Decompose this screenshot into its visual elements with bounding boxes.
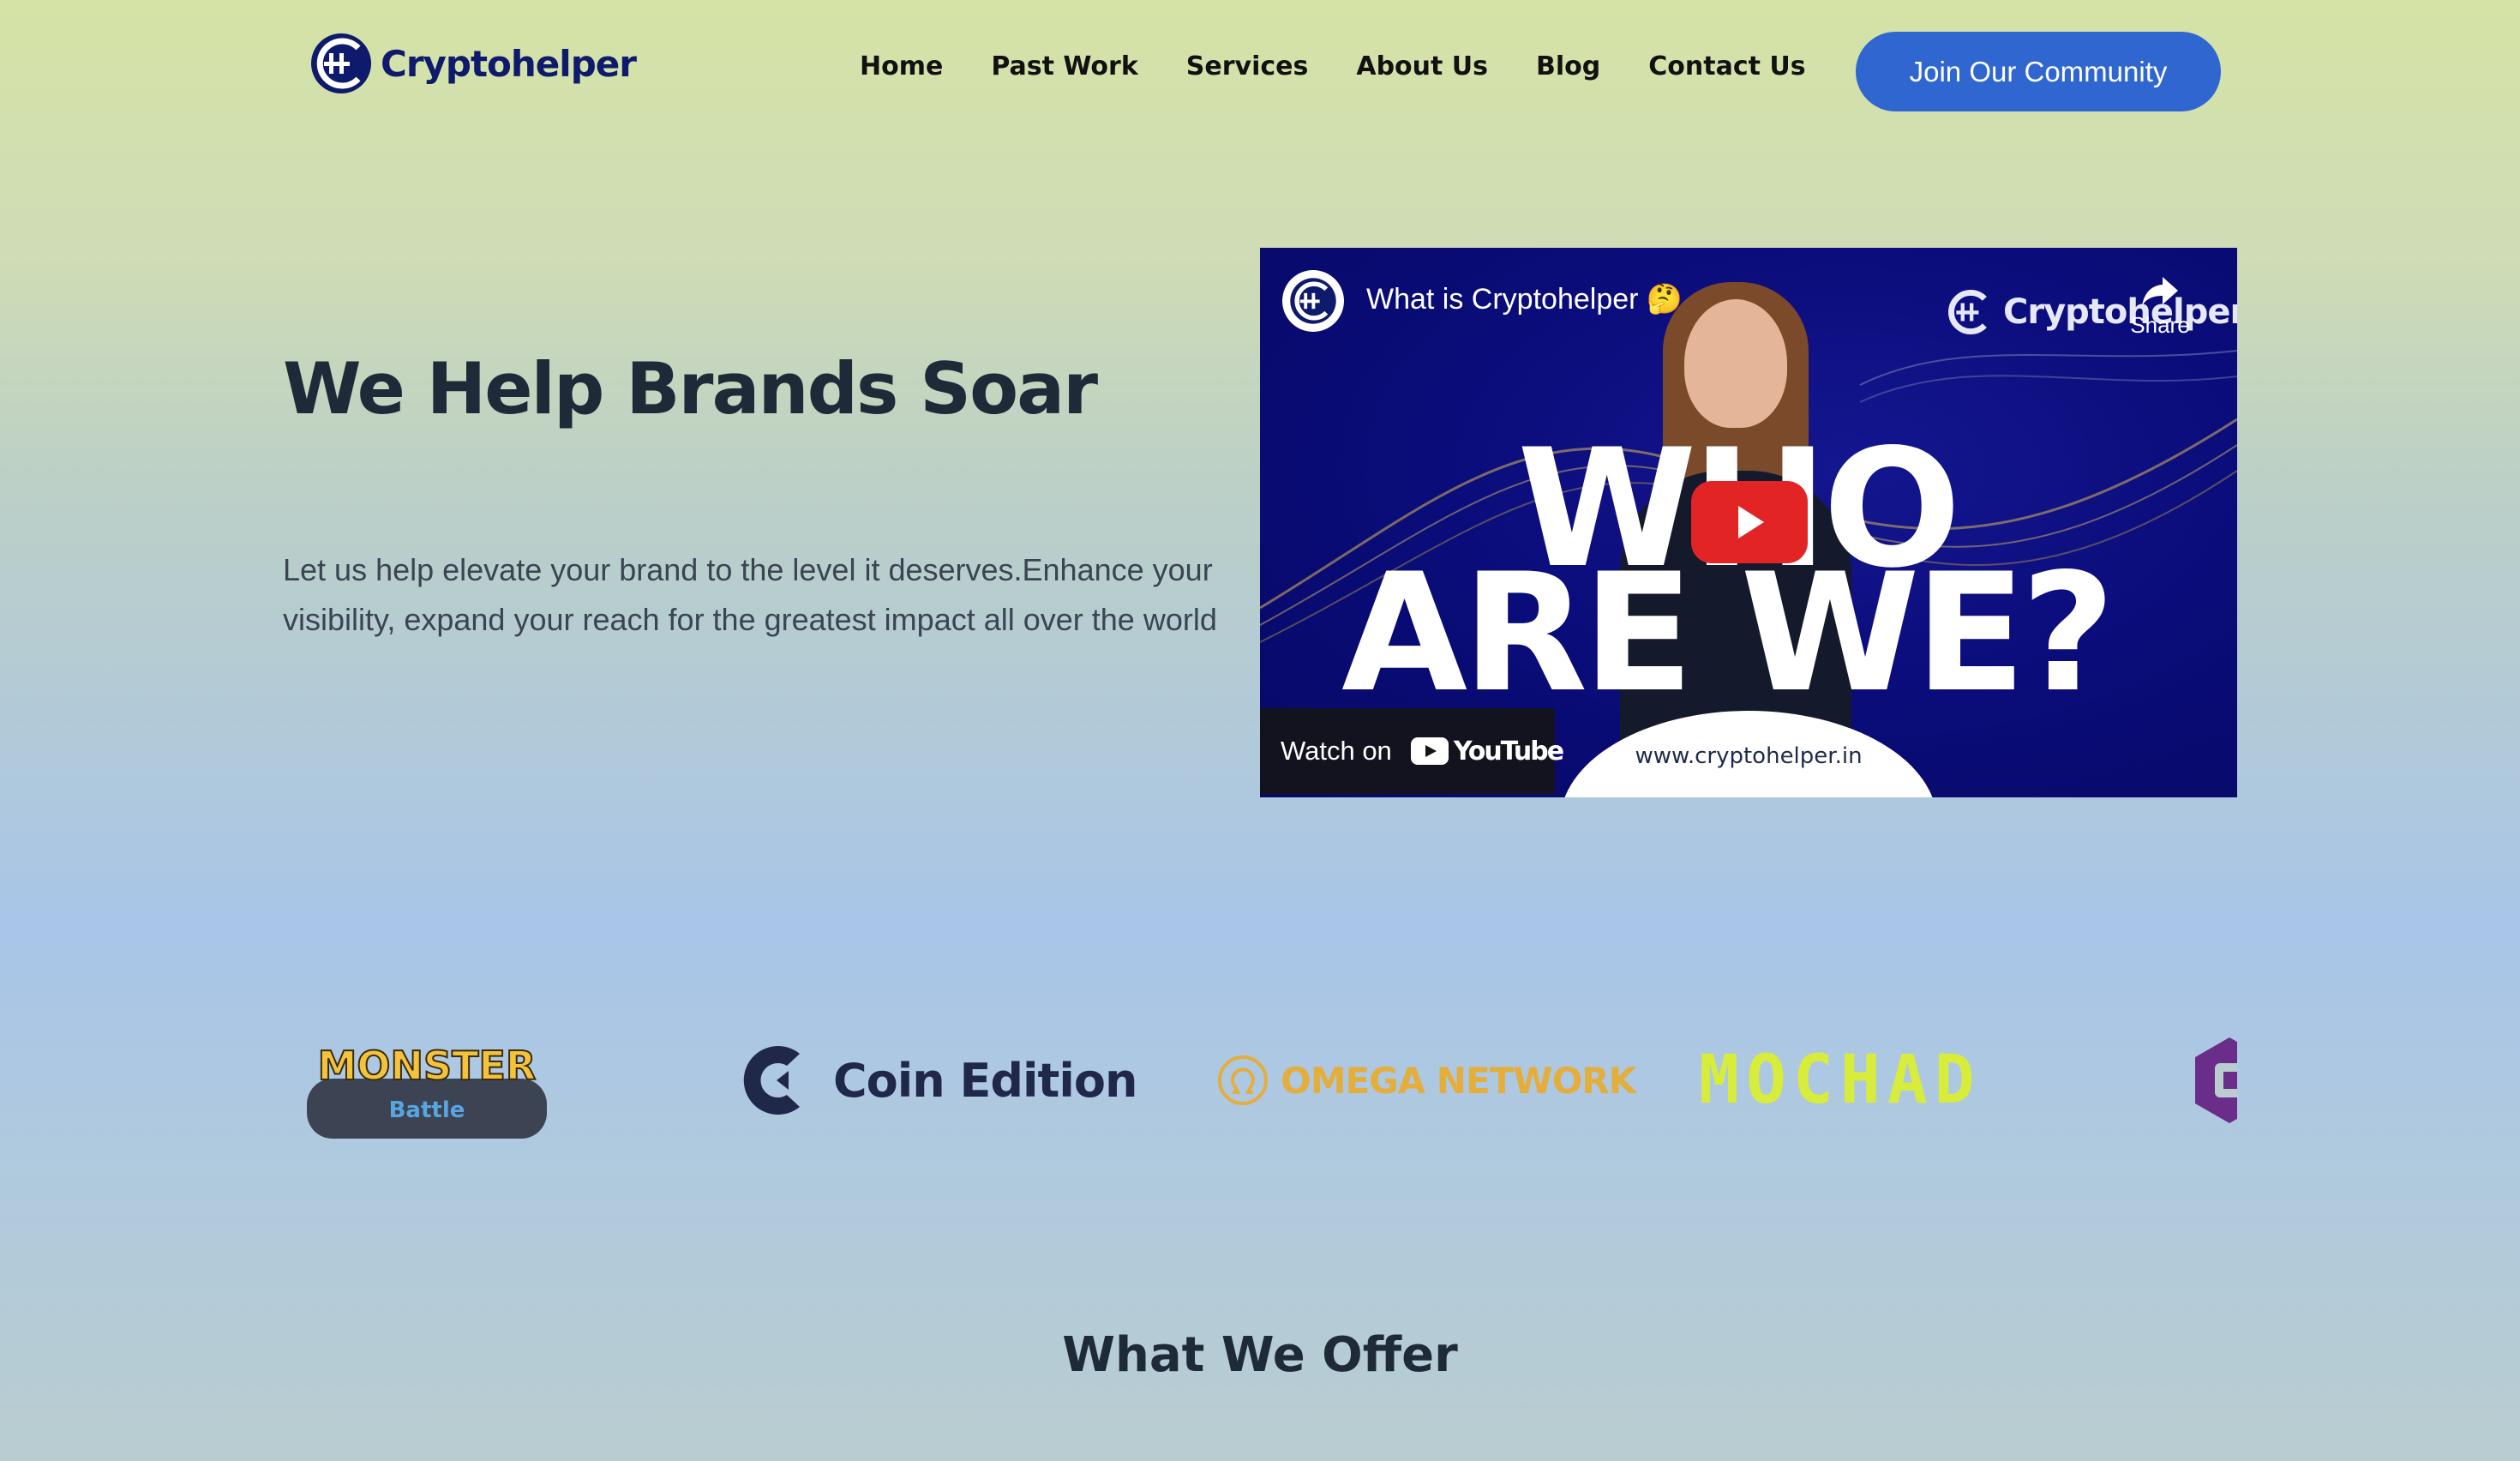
share-label: Share	[2130, 312, 2190, 338]
youtube-icon	[1410, 737, 1449, 765]
cryptohelper-logo-icon	[1290, 278, 1336, 324]
video-title[interactable]: What is Cryptohelper 🤔	[1366, 282, 1683, 316]
youtube-video-embed[interactable]: WHO ARE WE? What is Cryptohelper 🤔 Crypt…	[1260, 248, 2237, 797]
cryptohelper-logo-icon	[311, 33, 371, 93]
video-url: www.cryptohelper.in	[1635, 743, 1863, 769]
partial-logo-icon	[2195, 1037, 2237, 1123]
hero-description: Let us help elevate your brand to the le…	[283, 552, 1217, 637]
share-button[interactable]: Share	[2126, 274, 2194, 339]
omega-icon	[1218, 1055, 1268, 1105]
nav-past-work[interactable]: Past Work	[991, 51, 1137, 81]
coin-edition-icon	[743, 1046, 800, 1115]
partner-logo-partial	[2191, 1003, 2237, 1157]
nav-contact-us[interactable]: Contact Us	[1648, 51, 1805, 81]
logo-text: Cryptohelper	[381, 42, 637, 85]
video-headline-line2: ARE WE?	[1341, 538, 2115, 728]
main-nav: Home Past Work Services About Us Blog Co…	[860, 51, 1854, 81]
video-brand-text: Cryptohelper	[2003, 292, 2237, 332]
partner-logo-omega-network: OMEGA NETWORK	[1217, 1003, 1636, 1157]
partner-logo-coin-edition: Coin Edition	[735, 1003, 1137, 1157]
coin-edition-text: Coin Edition	[833, 1053, 1137, 1108]
play-icon	[1738, 506, 1764, 538]
nav-services[interactable]: Services	[1186, 51, 1309, 81]
hero-title: We Help Brands Soar	[283, 347, 1098, 430]
youtube-wordmark: YouTube	[1453, 736, 1564, 767]
mochad-text: MOCHAD	[1699, 1042, 1982, 1119]
cryptohelper-logo-icon	[1948, 289, 1987, 335]
play-button[interactable]	[1691, 481, 1808, 563]
what-we-offer-heading: What We Offer	[1062, 1327, 1458, 1383]
youtube-logo: YouTube	[1410, 736, 1564, 767]
watch-on-label: Watch on	[1281, 736, 1392, 766]
site-logo[interactable]: Cryptohelper	[309, 29, 637, 98]
monster-logo-subtext: Battle	[388, 1097, 465, 1123]
partner-logo-monster-battle: MONSTER Battle	[298, 1003, 555, 1157]
channel-avatar[interactable]	[1282, 270, 1344, 332]
nav-home[interactable]: Home	[860, 51, 943, 81]
monster-logo-text: MONSTER	[317, 1043, 537, 1089]
share-icon	[2142, 277, 2178, 306]
nav-blog[interactable]: Blog	[1536, 51, 1600, 81]
partner-logo-mochad: MOCHAD	[1699, 1003, 1982, 1157]
nav-about-us[interactable]: About Us	[1356, 51, 1488, 81]
omega-network-text: OMEGA NETWORK	[1281, 1059, 1636, 1102]
partner-logos-carousel: MONSTER Battle Coin Edition OMEGA NETWOR…	[283, 1003, 2237, 1157]
join-community-button[interactable]: Join Our Community	[1856, 32, 2221, 111]
watch-on-youtube-button[interactable]: Watch on YouTube	[1260, 708, 1564, 794]
